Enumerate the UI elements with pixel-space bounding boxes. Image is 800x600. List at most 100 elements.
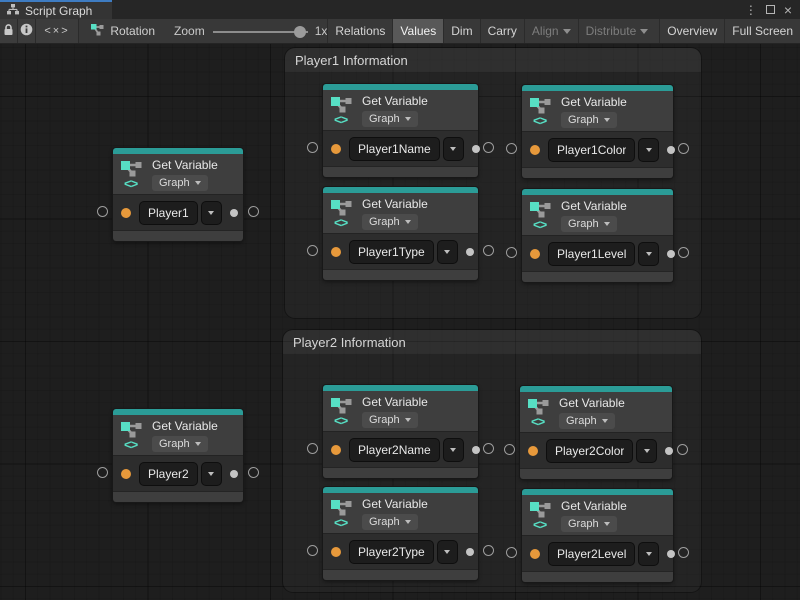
- input-port-dot[interactable]: [331, 547, 341, 557]
- values-button[interactable]: Values: [392, 19, 443, 43]
- port-ring-right[interactable]: [678, 247, 689, 258]
- output-port-dot[interactable]: [667, 550, 675, 558]
- input-port-dot[interactable]: [528, 446, 538, 456]
- port-ring-left[interactable]: [506, 547, 517, 558]
- align-dropdown-button[interactable]: Align: [524, 19, 578, 43]
- port-ring-right[interactable]: [677, 444, 688, 455]
- graph-scope-dropdown[interactable]: Graph: [561, 216, 617, 232]
- node-header[interactable]: <> Get Variable Graph: [522, 495, 673, 535]
- variable-name-field[interactable]: Player2: [139, 462, 198, 486]
- node-get-variable-player1level[interactable]: <> Get Variable Graph Player1Level: [522, 189, 673, 282]
- node-get-variable-player1color[interactable]: <> Get Variable Graph Player1Color: [522, 85, 673, 178]
- overview-button[interactable]: Overview: [659, 19, 724, 43]
- group-header[interactable]: Player2 Information: [283, 330, 701, 354]
- lock-button[interactable]: [0, 19, 18, 43]
- output-port-dot[interactable]: [472, 145, 480, 153]
- graph-scope-dropdown[interactable]: Graph: [152, 436, 208, 452]
- graph-canvas[interactable]: Player1 Information Player2 Information …: [0, 44, 800, 600]
- node-get-variable-player1[interactable]: <> Get Variable Graph Player1: [113, 148, 243, 241]
- port-ring-left[interactable]: [97, 206, 108, 217]
- input-port-dot[interactable]: [530, 249, 540, 259]
- graph-scope-dropdown[interactable]: Graph: [559, 413, 615, 429]
- zoom-slider[interactable]: [213, 19, 308, 44]
- node-get-variable-player2level[interactable]: <> Get Variable Graph Player2Level: [522, 489, 673, 582]
- port-ring-right[interactable]: [483, 545, 494, 556]
- variable-name-field[interactable]: Player2Type: [349, 540, 434, 564]
- node-header[interactable]: <> Get Variable Graph: [520, 392, 672, 432]
- node-get-variable-player2name[interactable]: <> Get Variable Graph Player2Name: [323, 385, 478, 478]
- variable-name-field[interactable]: Player1Level: [548, 242, 635, 266]
- rotation-control[interactable]: Rotation: [90, 19, 155, 43]
- graph-scope-dropdown[interactable]: Graph: [362, 514, 418, 530]
- node-header[interactable]: <> Get Variable Graph: [323, 391, 478, 431]
- menu-icon[interactable]: ⋮: [745, 4, 757, 16]
- variable-dropdown-button[interactable]: [638, 138, 659, 162]
- distribute-dropdown-button[interactable]: Distribute: [578, 19, 656, 43]
- output-port-dot[interactable]: [466, 548, 474, 556]
- graph-scope-dropdown[interactable]: Graph: [561, 516, 617, 532]
- output-port-dot[interactable]: [466, 248, 474, 256]
- node-get-variable-player2type[interactable]: <> Get Variable Graph Player2Type: [323, 487, 478, 580]
- port-ring-right[interactable]: [483, 443, 494, 454]
- output-port-dot[interactable]: [667, 250, 675, 258]
- carry-button[interactable]: Carry: [480, 19, 524, 43]
- variable-dropdown-button[interactable]: [437, 540, 458, 564]
- port-ring-left[interactable]: [307, 142, 318, 153]
- port-ring-left[interactable]: [506, 247, 517, 258]
- relations-button[interactable]: Relations: [327, 19, 392, 43]
- variable-dropdown-button[interactable]: [636, 439, 657, 463]
- variable-dropdown-button[interactable]: [201, 462, 222, 486]
- variable-dropdown-button[interactable]: [201, 201, 222, 225]
- graph-scope-dropdown[interactable]: Graph: [152, 175, 208, 191]
- output-port-dot[interactable]: [665, 447, 673, 455]
- port-ring-left[interactable]: [506, 143, 517, 154]
- graph-scope-dropdown[interactable]: Graph: [362, 412, 418, 428]
- node-header[interactable]: <> Get Variable Graph: [323, 90, 478, 130]
- input-port-dot[interactable]: [121, 469, 131, 479]
- node-get-variable-player2color[interactable]: <> Get Variable Graph Player2Color: [520, 386, 672, 479]
- port-ring-right[interactable]: [248, 467, 259, 478]
- input-port-dot[interactable]: [331, 144, 341, 154]
- input-port-dot[interactable]: [530, 145, 540, 155]
- node-header[interactable]: <> Get Variable Graph: [522, 91, 673, 131]
- graph-scope-dropdown[interactable]: Graph: [362, 111, 418, 127]
- node-get-variable-player1name[interactable]: <> Get Variable Graph Player1Name: [323, 84, 478, 177]
- node-header[interactable]: <> Get Variable Graph: [113, 154, 243, 194]
- node-header[interactable]: <> Get Variable Graph: [113, 415, 243, 455]
- variable-dropdown-button[interactable]: [638, 542, 659, 566]
- port-ring-left[interactable]: [97, 467, 108, 478]
- variable-dropdown-button[interactable]: [443, 438, 464, 462]
- variable-dropdown-button[interactable]: [638, 242, 659, 266]
- input-port-dot[interactable]: [121, 208, 131, 218]
- variable-name-field[interactable]: Player1Color: [548, 138, 635, 162]
- variable-name-field[interactable]: Player2Level: [548, 542, 635, 566]
- port-ring-left[interactable]: [307, 443, 318, 454]
- variable-name-field[interactable]: Player2Name: [349, 438, 440, 462]
- graph-scope-dropdown[interactable]: Graph: [362, 214, 418, 230]
- group-header[interactable]: Player1 Information: [285, 48, 701, 72]
- info-button[interactable]: [18, 19, 36, 43]
- dim-button[interactable]: Dim: [443, 19, 479, 43]
- port-ring-right[interactable]: [483, 245, 494, 256]
- variable-name-field[interactable]: Player2Color: [546, 439, 633, 463]
- variable-dropdown-button[interactable]: [437, 240, 458, 264]
- port-ring-right[interactable]: [248, 206, 259, 217]
- output-port-dot[interactable]: [230, 470, 238, 478]
- node-header[interactable]: <> Get Variable Graph: [323, 493, 478, 533]
- node-header[interactable]: <> Get Variable Graph: [522, 195, 673, 235]
- node-header[interactable]: <> Get Variable Graph: [323, 193, 478, 233]
- variable-name-field[interactable]: Player1Name: [349, 137, 440, 161]
- port-ring-left[interactable]: [504, 444, 515, 455]
- node-get-variable-player1type[interactable]: <> Get Variable Graph Player1Type: [323, 187, 478, 280]
- port-ring-left[interactable]: [307, 545, 318, 556]
- tab-script-graph[interactable]: Script Graph: [0, 0, 112, 19]
- zoom-slider-handle[interactable]: [294, 26, 306, 38]
- full-screen-button[interactable]: Full Screen: [724, 19, 800, 43]
- output-port-dot[interactable]: [667, 146, 675, 154]
- maximize-icon[interactable]: [766, 5, 775, 14]
- variable-name-field[interactable]: Player1: [139, 201, 198, 225]
- port-ring-right[interactable]: [678, 547, 689, 558]
- variable-name-field[interactable]: Player1Type: [349, 240, 434, 264]
- input-port-dot[interactable]: [331, 247, 341, 257]
- value-inspect-button[interactable]: <×>: [36, 19, 80, 43]
